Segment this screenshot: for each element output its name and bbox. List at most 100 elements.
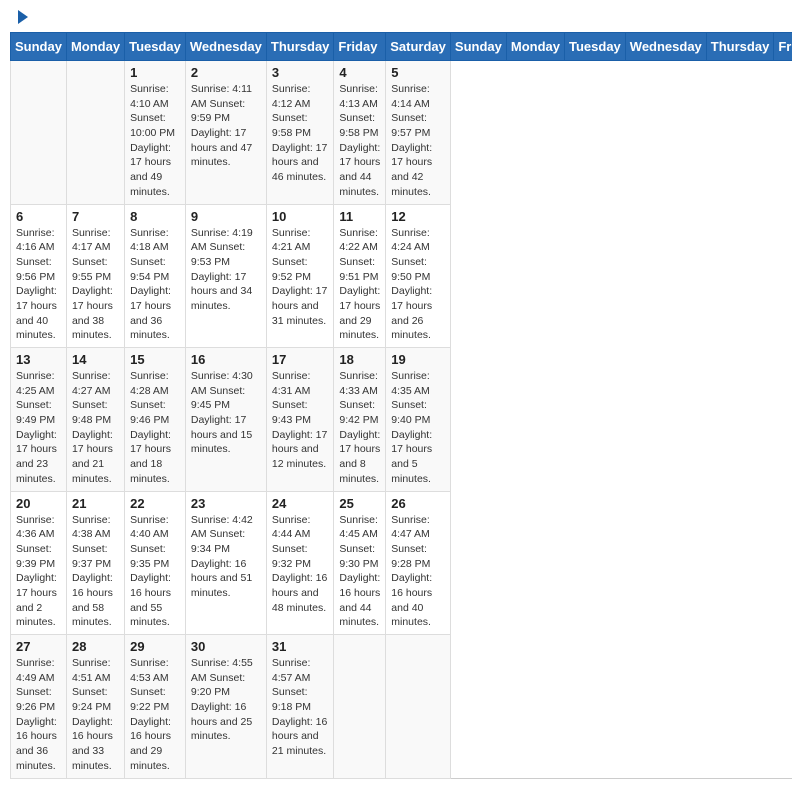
header-tuesday: Tuesday [125, 33, 186, 61]
day-info: Sunrise: 4:16 AM Sunset: 9:56 PM Dayligh… [16, 226, 61, 344]
day-number: 10 [272, 209, 329, 224]
calendar-cell: 29 Sunrise: 4:53 AM Sunset: 9:22 PM Dayli… [125, 635, 186, 779]
day-number: 15 [130, 352, 180, 367]
day-info: Sunrise: 4:42 AM Sunset: 9:34 PM Dayligh… [191, 513, 261, 601]
calendar-cell: 7 Sunrise: 4:17 AM Sunset: 9:55 PM Daylig… [66, 204, 124, 348]
day-number: 31 [272, 639, 329, 654]
day-info: Sunrise: 4:36 AM Sunset: 9:39 PM Dayligh… [16, 513, 61, 631]
calendar-cell: 13Sunrise: 4:25 AM Sunset: 9:49 PM Dayli… [11, 348, 67, 492]
day-number: 17 [272, 352, 329, 367]
day-info: Sunrise: 4:28 AM Sunset: 9:46 PM Dayligh… [130, 369, 180, 487]
day-number: 28 [72, 639, 119, 654]
day-number: 30 [191, 639, 261, 654]
calendar-cell: 18 Sunrise: 4:33 AM Sunset: 9:42 PM Dayli… [334, 348, 386, 492]
day-info: Sunrise: 4:30 AM Sunset: 9:45 PM Dayligh… [191, 369, 261, 457]
header-saturday: Saturday [386, 33, 451, 61]
day-info: Sunrise: 4:49 AM Sunset: 9:26 PM Dayligh… [16, 656, 61, 774]
day-number: 20 [16, 496, 61, 511]
calendar-cell: 14 Sunrise: 4:27 AM Sunset: 9:48 PM Dayli… [66, 348, 124, 492]
header-thursday: Thursday [266, 33, 334, 61]
calendar-week-3: 13Sunrise: 4:25 AM Sunset: 9:49 PM Dayli… [11, 348, 792, 492]
day-info: Sunrise: 4:14 AM Sunset: 9:57 PM Dayligh… [391, 82, 445, 200]
day-number: 11 [339, 209, 380, 224]
page-header [10, 10, 782, 24]
day-number: 8 [130, 209, 180, 224]
calendar-header-row: SundayMondayTuesdayWednesdayThursdayFrid… [11, 33, 792, 61]
day-number: 12 [391, 209, 445, 224]
day-info: Sunrise: 4:27 AM Sunset: 9:48 PM Dayligh… [72, 369, 119, 487]
calendar-cell: 11 Sunrise: 4:22 AM Sunset: 9:51 PM Dayli… [334, 204, 386, 348]
day-info: Sunrise: 4:53 AM Sunset: 9:22 PM Dayligh… [130, 656, 180, 774]
day-info: Sunrise: 4:35 AM Sunset: 9:40 PM Dayligh… [391, 369, 445, 487]
day-info: Sunrise: 4:51 AM Sunset: 9:24 PM Dayligh… [72, 656, 119, 774]
day-number: 25 [339, 496, 380, 511]
day-info: Sunrise: 4:11 AM Sunset: 9:59 PM Dayligh… [191, 82, 261, 170]
day-info: Sunrise: 4:40 AM Sunset: 9:35 PM Dayligh… [130, 513, 180, 631]
header-wednesday: Wednesday [185, 33, 266, 61]
header-sunday: Sunday [450, 33, 506, 61]
calendar-cell: 3 Sunrise: 4:12 AM Sunset: 9:58 PM Daylig… [266, 61, 334, 205]
day-number: 24 [272, 496, 329, 511]
calendar-table: SundayMondayTuesdayWednesdayThursdayFrid… [10, 32, 792, 779]
day-info: Sunrise: 4:17 AM Sunset: 9:55 PM Dayligh… [72, 226, 119, 344]
day-number: 6 [16, 209, 61, 224]
day-number: 23 [191, 496, 261, 511]
day-info: Sunrise: 4:24 AM Sunset: 9:50 PM Dayligh… [391, 226, 445, 344]
day-number: 9 [191, 209, 261, 224]
day-number: 4 [339, 65, 380, 80]
calendar-cell: 19 Sunrise: 4:35 AM Sunset: 9:40 PM Dayli… [386, 348, 451, 492]
day-number: 7 [72, 209, 119, 224]
header-wednesday: Wednesday [625, 33, 706, 61]
header-friday: Friday [334, 33, 386, 61]
day-info: Sunrise: 4:55 AM Sunset: 9:20 PM Dayligh… [191, 656, 261, 744]
header-thursday: Thursday [706, 33, 774, 61]
day-info: Sunrise: 4:12 AM Sunset: 9:58 PM Dayligh… [272, 82, 329, 185]
calendar-week-5: 27 Sunrise: 4:49 AM Sunset: 9:26 PM Dayli… [11, 635, 792, 779]
day-number: 16 [191, 352, 261, 367]
day-number: 2 [191, 65, 261, 80]
day-number: 27 [16, 639, 61, 654]
day-info: Sunrise: 4:21 AM Sunset: 9:52 PM Dayligh… [272, 226, 329, 329]
calendar-cell [11, 61, 67, 205]
day-number: 19 [391, 352, 445, 367]
day-number: 29 [130, 639, 180, 654]
calendar-cell: 6 Sunrise: 4:16 AM Sunset: 9:56 PM Daylig… [11, 204, 67, 348]
day-info: Sunrise: 4:31 AM Sunset: 9:43 PM Dayligh… [272, 369, 329, 472]
calendar-cell: 8 Sunrise: 4:18 AM Sunset: 9:54 PM Daylig… [125, 204, 186, 348]
day-number: 26 [391, 496, 445, 511]
day-number: 3 [272, 65, 329, 80]
day-number: 18 [339, 352, 380, 367]
calendar-cell: 15 Sunrise: 4:28 AM Sunset: 9:46 PM Dayli… [125, 348, 186, 492]
calendar-cell [66, 61, 124, 205]
calendar-cell: 10 Sunrise: 4:21 AM Sunset: 9:52 PM Dayli… [266, 204, 334, 348]
calendar-cell: 1Sunrise: 4:10 AM Sunset: 10:00 PM Dayli… [125, 61, 186, 205]
calendar-cell: 21 Sunrise: 4:38 AM Sunset: 9:37 PM Dayli… [66, 491, 124, 635]
calendar-cell: 4 Sunrise: 4:13 AM Sunset: 9:58 PM Daylig… [334, 61, 386, 205]
header-monday: Monday [66, 33, 124, 61]
calendar-cell: 20 Sunrise: 4:36 AM Sunset: 9:39 PM Dayli… [11, 491, 67, 635]
calendar-cell: 23 Sunrise: 4:42 AM Sunset: 9:34 PM Dayli… [185, 491, 266, 635]
calendar-cell: 17 Sunrise: 4:31 AM Sunset: 9:43 PM Dayli… [266, 348, 334, 492]
day-info: Sunrise: 4:19 AM Sunset: 9:53 PM Dayligh… [191, 226, 261, 314]
calendar-cell: 24Sunrise: 4:44 AM Sunset: 9:32 PM Dayli… [266, 491, 334, 635]
logo [14, 10, 28, 24]
day-info: Sunrise: 4:38 AM Sunset: 9:37 PM Dayligh… [72, 513, 119, 631]
calendar-cell: 27 Sunrise: 4:49 AM Sunset: 9:26 PM Dayli… [11, 635, 67, 779]
day-number: 5 [391, 65, 445, 80]
day-info: Sunrise: 4:10 AM Sunset: 10:00 PM Daylig… [130, 82, 180, 200]
calendar-cell: 26Sunrise: 4:47 AM Sunset: 9:28 PM Dayli… [386, 491, 451, 635]
calendar-week-2: 6 Sunrise: 4:16 AM Sunset: 9:56 PM Daylig… [11, 204, 792, 348]
day-info: Sunrise: 4:18 AM Sunset: 9:54 PM Dayligh… [130, 226, 180, 344]
day-info: Sunrise: 4:25 AM Sunset: 9:49 PM Dayligh… [16, 369, 61, 487]
header-monday: Monday [506, 33, 564, 61]
calendar-cell: 2 Sunrise: 4:11 AM Sunset: 9:59 PM Daylig… [185, 61, 266, 205]
day-info: Sunrise: 4:13 AM Sunset: 9:58 PM Dayligh… [339, 82, 380, 200]
calendar-cell: 16 Sunrise: 4:30 AM Sunset: 9:45 PM Dayli… [185, 348, 266, 492]
calendar-cell: 30 Sunrise: 4:55 AM Sunset: 9:20 PM Dayli… [185, 635, 266, 779]
calendar-cell: 28 Sunrise: 4:51 AM Sunset: 9:24 PM Dayli… [66, 635, 124, 779]
day-info: Sunrise: 4:22 AM Sunset: 9:51 PM Dayligh… [339, 226, 380, 344]
day-number: 14 [72, 352, 119, 367]
day-number: 21 [72, 496, 119, 511]
day-number: 22 [130, 496, 180, 511]
day-info: Sunrise: 4:33 AM Sunset: 9:42 PM Dayligh… [339, 369, 380, 487]
